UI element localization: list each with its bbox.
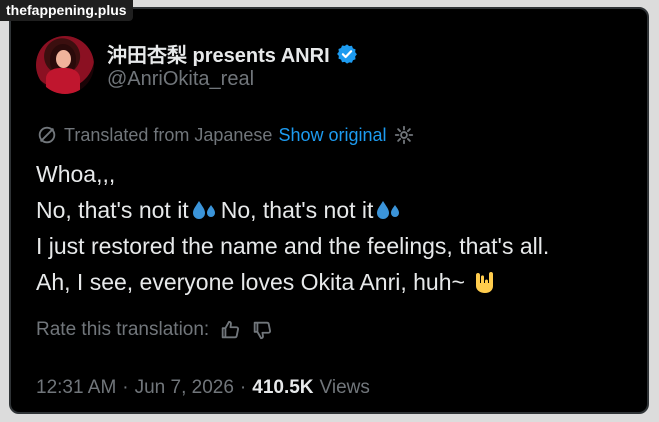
tweet-text: Whoa,,, No, that's not it No, that's not… xyxy=(36,156,549,300)
views-label: Views xyxy=(319,377,370,398)
translated-label: Translated from Japanese xyxy=(64,124,273,145)
display-name[interactable]: 沖田杏梨 presents ANRI xyxy=(107,39,330,68)
tweet-line: I just restored the name and the feeling… xyxy=(36,228,549,264)
verified-badge-icon xyxy=(336,43,357,64)
tweet-line-2b: No, that's not it xyxy=(220,197,374,223)
sign-of-horns-emoji xyxy=(475,272,493,293)
thumbs-down-icon[interactable] xyxy=(251,319,273,341)
tweet-card: 沖田杏梨 presents ANRI @AnriOkita_real Trans… xyxy=(9,7,649,414)
tweet-line: Ah, I see, everyone loves Okita Anri, hu… xyxy=(36,264,549,300)
tweet-line-2a: No, that's not it xyxy=(36,197,189,223)
tweet-date[interactable]: Jun 7, 2026 xyxy=(135,377,234,399)
author-name-row[interactable]: 沖田杏梨 presents ANRI xyxy=(107,39,358,68)
meta-separator: · xyxy=(239,377,247,398)
show-original-link[interactable]: Show original xyxy=(278,125,386,146)
tweet-meta: 12:31 AM · Jun 7, 2026 · 410.5K Views xyxy=(36,377,370,399)
tweet-line-3: I just restored the name and the feeling… xyxy=(36,233,550,259)
avatar-face xyxy=(56,50,71,68)
avatar[interactable] xyxy=(36,36,94,94)
translate-icon xyxy=(38,126,56,144)
tweet-line: Whoa,,, xyxy=(36,156,549,192)
avatar-dress xyxy=(46,68,80,94)
tweet-time[interactable]: 12:31 AM xyxy=(36,377,116,399)
sweat-droplets-emoji xyxy=(192,201,215,219)
tweet-line-4: Ah, I see, everyone loves Okita Anri, hu… xyxy=(36,269,465,295)
rate-translation-label: Rate this translation: xyxy=(36,319,210,340)
sweat-droplets-emoji xyxy=(377,201,400,219)
translation-bar: Translated from Japanese Show original xyxy=(36,124,415,146)
views-count: 410.5K xyxy=(252,377,314,398)
rate-translation-row: Rate this translation: xyxy=(36,319,273,341)
meta-separator: · xyxy=(122,377,129,398)
gear-icon[interactable] xyxy=(393,124,415,146)
author-handle[interactable]: @AnriOkita_real xyxy=(107,68,254,91)
tweet-line-1: Whoa,,, xyxy=(36,161,116,187)
watermark: thefappening.plus xyxy=(0,0,133,21)
tweet-line: No, that's not it No, that's not it xyxy=(36,192,549,228)
thumbs-up-icon[interactable] xyxy=(219,319,241,341)
